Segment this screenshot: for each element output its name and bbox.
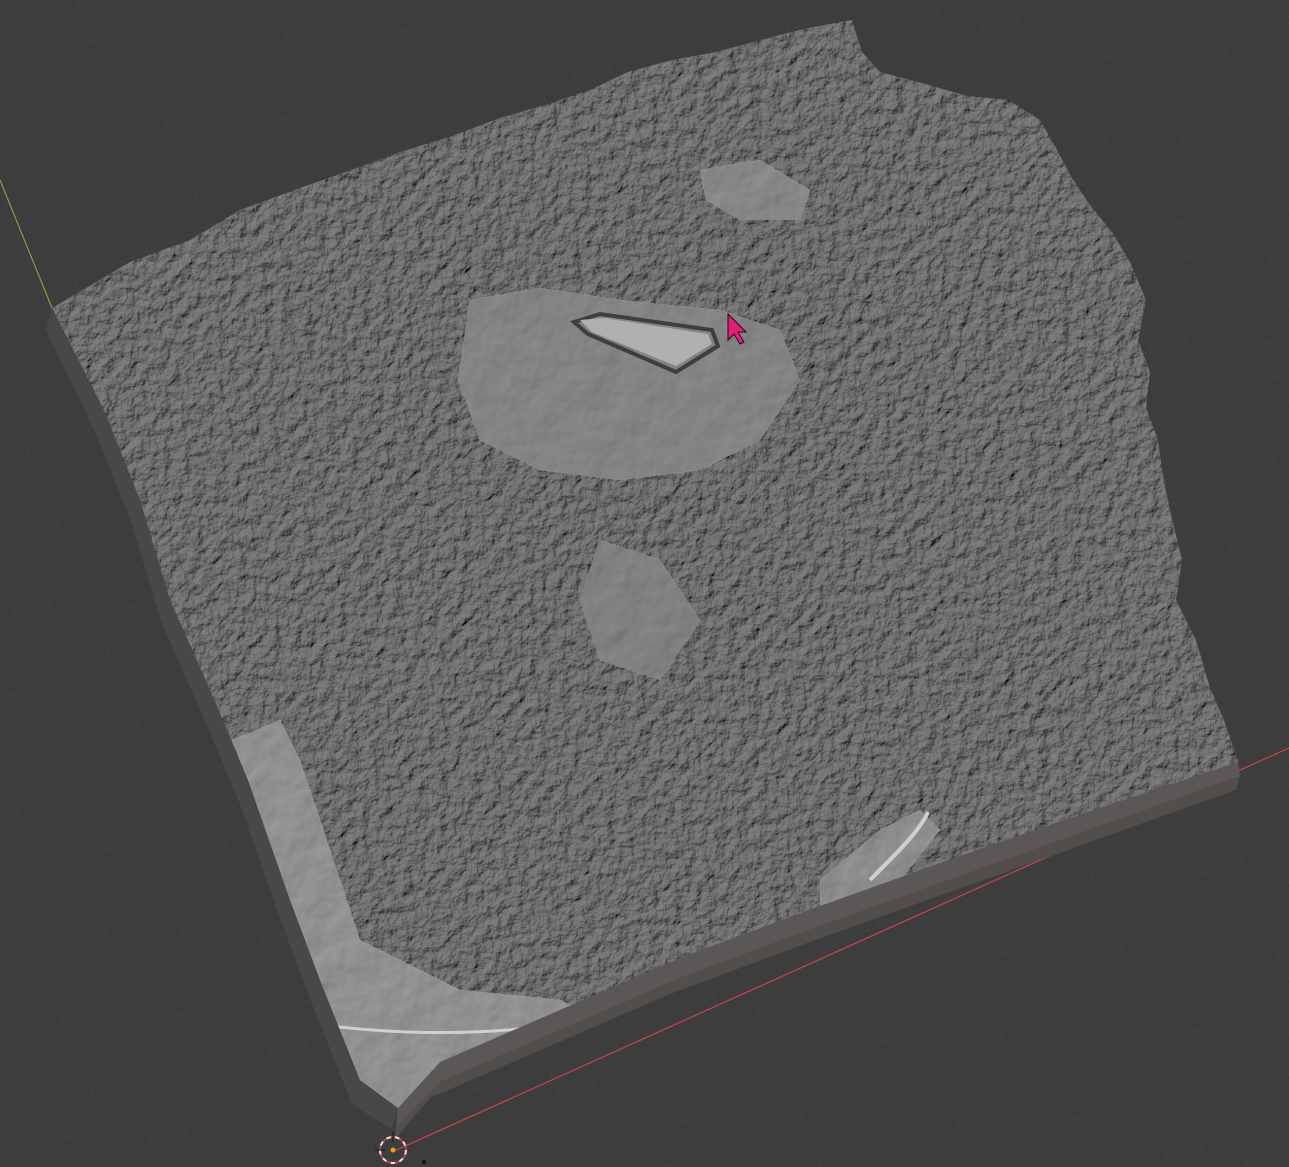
object-origin-dot: [422, 1160, 426, 1164]
3d-viewport[interactable]: [0, 0, 1289, 1167]
viewport-canvas[interactable]: [0, 0, 1289, 1167]
